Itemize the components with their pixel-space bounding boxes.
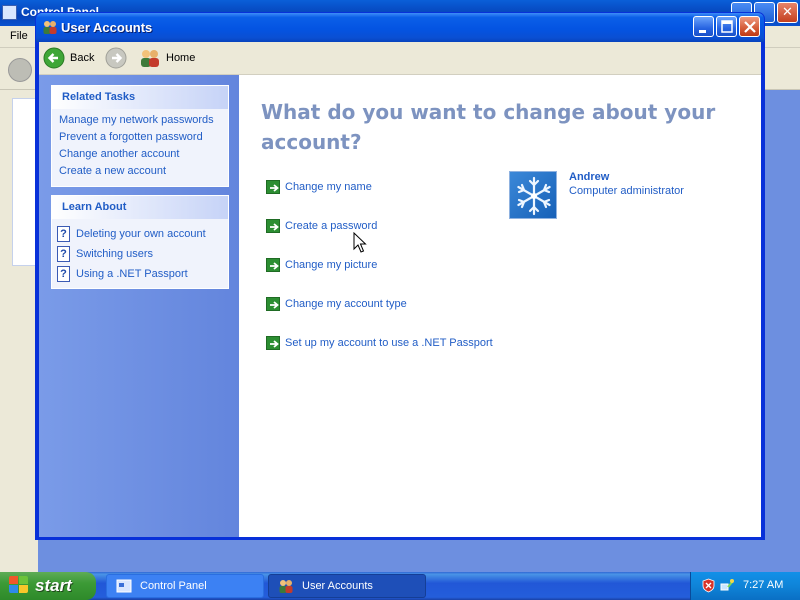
minimize-button[interactable]	[693, 16, 714, 37]
start-label: start	[35, 576, 72, 595]
learn-net-passport[interactable]: ? Using a .NET Passport	[52, 264, 228, 284]
option-change-account-type[interactable]: Change my account type	[266, 296, 407, 312]
learn-deleting-account[interactable]: ? Deleting your own account	[52, 224, 228, 244]
green-arrow-icon	[266, 297, 280, 311]
system-tray: 7:27 AM	[690, 572, 800, 600]
user-accounts-icon	[279, 580, 293, 593]
help-icon: ?	[57, 266, 70, 282]
option-change-account-type-label: Change my account type	[285, 298, 407, 310]
learn-about-title: Learn About	[52, 196, 228, 219]
taskbar-user-accounts-label: User Accounts	[302, 580, 373, 592]
mouse-cursor-icon	[353, 232, 367, 253]
background-back-icon[interactable]	[8, 58, 32, 82]
user-role: Computer administrator	[569, 185, 684, 197]
menu-file[interactable]: File	[10, 30, 28, 42]
taskbar-control-panel[interactable]: Control Panel	[106, 574, 264, 598]
task-create-new-account[interactable]: Create a new account	[59, 165, 228, 182]
learn-net-passport-label: Using a .NET Passport	[76, 268, 188, 280]
learn-deleting-account-label: Deleting your own account	[76, 228, 206, 240]
maximize-button[interactable]	[716, 16, 737, 37]
taskbar: start Control Panel User Accounts 7:27 A…	[0, 572, 800, 600]
help-icon: ?	[57, 246, 70, 262]
user-accounts-window: User Accounts Back Home Related Tasks Ma…	[35, 12, 765, 540]
forward-arrow-icon	[105, 47, 127, 69]
snowflake-icon	[517, 176, 551, 216]
taskbar-user-accounts[interactable]: User Accounts	[268, 574, 426, 598]
option-change-name[interactable]: Change my name	[266, 179, 372, 195]
green-arrow-icon	[266, 180, 280, 194]
task-pane: Related Tasks Manage my network password…	[39, 75, 239, 537]
back-arrow-icon	[43, 47, 65, 69]
users-home-icon	[141, 50, 159, 67]
security-shield-icon[interactable]	[701, 578, 716, 593]
user-accounts-icon	[43, 21, 57, 34]
option-net-passport-label: Set up my account to use a .NET Passport	[285, 337, 493, 349]
task-manage-network-passwords[interactable]: Manage my network passwords	[59, 114, 228, 131]
task-change-another-account[interactable]: Change another account	[59, 148, 228, 165]
control-panel-icon	[2, 5, 17, 20]
related-tasks-panel: Related Tasks Manage my network password…	[51, 85, 229, 187]
page-heading: What do you want to change about your ac…	[261, 100, 716, 154]
home-button[interactable]: Home	[139, 46, 195, 70]
control-panel-icon	[116, 579, 132, 593]
learn-switching-users-label: Switching users	[76, 248, 154, 260]
minimize-icon	[699, 30, 706, 33]
window-title: User Accounts	[61, 20, 153, 35]
learn-about-panel: Learn About ? Deleting your own account …	[51, 195, 229, 289]
green-arrow-icon	[266, 258, 280, 272]
maximize-icon	[721, 20, 733, 33]
network-icon[interactable]	[720, 578, 735, 593]
clock: 7:27 AM	[743, 579, 784, 591]
back-button[interactable]: Back	[43, 46, 94, 70]
start-button[interactable]: start	[0, 572, 96, 600]
close-icon	[744, 21, 756, 33]
option-net-passport[interactable]: Set up my account to use a .NET Passport	[266, 335, 493, 351]
titlebar[interactable]: User Accounts	[36, 13, 764, 42]
option-change-name-label: Change my name	[285, 181, 372, 193]
close-button[interactable]	[739, 16, 760, 37]
related-tasks-title: Related Tasks	[52, 86, 228, 109]
home-label: Home	[166, 52, 196, 64]
option-change-picture[interactable]: Change my picture	[266, 257, 377, 273]
windows-flag-icon	[9, 576, 31, 596]
learn-about-list: ? Deleting your own account ? Switching …	[52, 219, 228, 288]
taskbar-control-panel-label: Control Panel	[140, 580, 207, 592]
option-change-picture-label: Change my picture	[285, 259, 378, 271]
related-tasks-list: Manage my network passwords Prevent a fo…	[52, 109, 228, 186]
option-create-password-label: Create a password	[285, 220, 378, 232]
help-icon: ?	[57, 226, 70, 242]
background-close-button[interactable]: ✕	[777, 2, 798, 23]
navigation-toolbar: Back Home	[39, 42, 761, 75]
learn-switching-users[interactable]: ? Switching users	[52, 244, 228, 264]
task-prevent-forgotten-password[interactable]: Prevent a forgotten password	[59, 131, 228, 148]
back-label: Back	[70, 52, 95, 64]
user-picture[interactable]	[509, 171, 557, 219]
green-arrow-icon	[266, 336, 280, 350]
green-arrow-icon	[266, 219, 280, 233]
window-client-area: Back Home Related Tasks Manage my networ…	[39, 42, 761, 537]
forward-button[interactable]	[105, 46, 127, 70]
user-name: Andrew	[569, 171, 610, 183]
